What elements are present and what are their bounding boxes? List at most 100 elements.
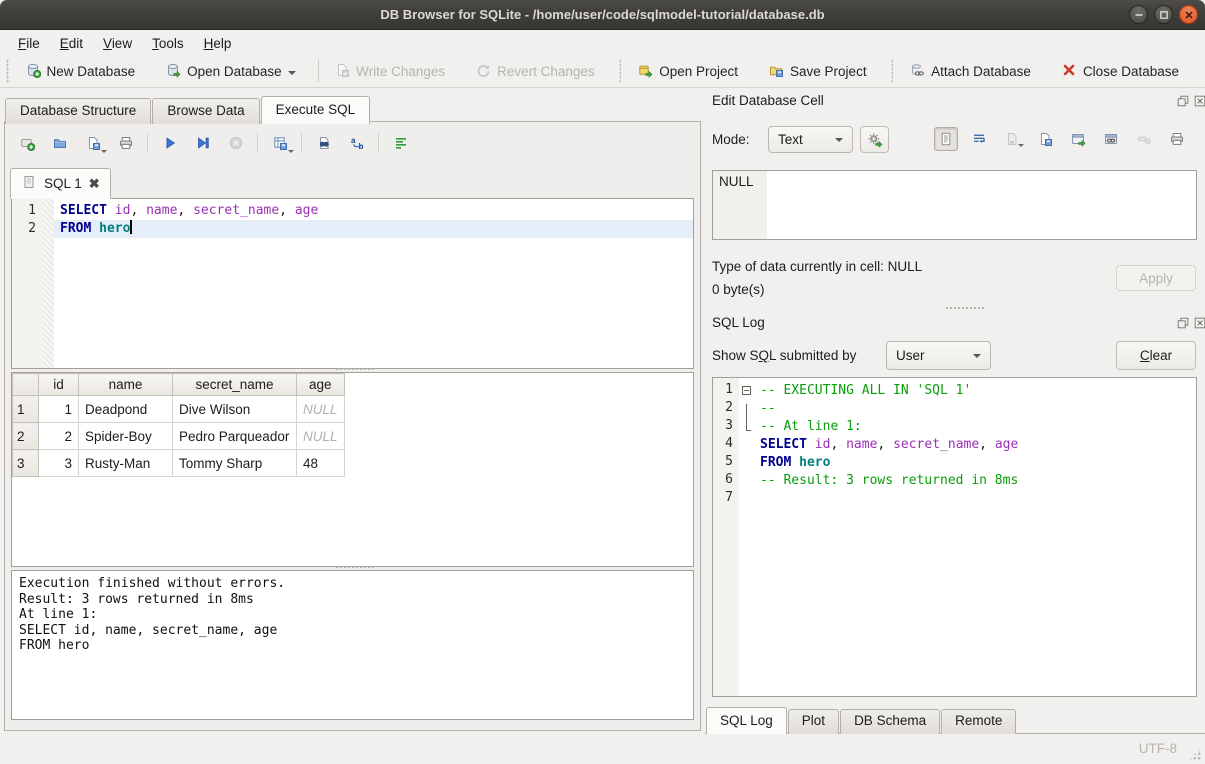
stop-execution-button[interactable]: [222, 130, 249, 156]
open-sql-file-button[interactable]: [46, 130, 73, 156]
find-replace-button[interactable]: ab: [343, 130, 370, 156]
tab-browse-data[interactable]: Browse Data: [152, 98, 259, 124]
column-header-name[interactable]: name: [79, 374, 173, 396]
table-cell[interactable]: NULL: [297, 396, 345, 423]
new-sql-tab-button[interactable]: [13, 130, 40, 156]
import-data-button[interactable]: [1000, 127, 1024, 151]
column-header-secret_name[interactable]: secret_name: [173, 374, 297, 396]
sql-log-view[interactable]: 1234567 -- EXECUTING ALL IN 'SQL 1'---- …: [712, 377, 1197, 697]
save-project-button[interactable]: Save Project: [760, 59, 875, 84]
execution-message[interactable]: Execution finished without errors. Resul…: [11, 570, 694, 720]
row-number[interactable]: 3: [13, 450, 39, 477]
table-cell[interactable]: 2: [39, 423, 79, 450]
mode-combobox[interactable]: Text: [768, 126, 853, 153]
sql-file-icon: [21, 174, 37, 193]
menubar: FileEditViewToolsHelp: [0, 31, 1205, 55]
table-cell[interactable]: Rusty-Man: [79, 450, 173, 477]
close-database-button[interactable]: Close Database: [1053, 59, 1187, 84]
chevron-down-icon: [288, 71, 296, 79]
chevron-down-icon: [835, 138, 843, 146]
new-database-button[interactable]: New Database: [17, 59, 144, 84]
bottom-tab-sql-log[interactable]: SQL Log: [706, 707, 787, 734]
word-wrap-button[interactable]: [967, 127, 991, 151]
close-button[interactable]: [1179, 5, 1198, 24]
maximize-button[interactable]: [1154, 5, 1173, 24]
close-tab-icon[interactable]: ✖: [89, 176, 100, 192]
table-cell[interactable]: 48: [297, 450, 345, 477]
menu-view[interactable]: View: [93, 34, 142, 53]
tab-database-structure[interactable]: Database Structure: [5, 98, 151, 124]
sql-editor[interactable]: 12 SELECT id, name, secret_name, ageFROM…: [11, 198, 694, 369]
corner-header[interactable]: [13, 374, 39, 396]
format-sql-button[interactable]: [387, 130, 414, 156]
text-mode-button[interactable]: [934, 127, 958, 151]
table-cell[interactable]: 3: [39, 450, 79, 477]
splitter-grip[interactable]: [945, 306, 985, 311]
save-sql-file-button[interactable]: [79, 130, 106, 156]
code-line: SELECT id, name, secret_name, age: [754, 436, 1196, 454]
table-cell[interactable]: 1: [39, 396, 79, 423]
menu-edit[interactable]: Edit: [50, 34, 93, 53]
log-filter-combobox[interactable]: User: [886, 341, 991, 370]
menu-file[interactable]: File: [8, 34, 50, 53]
fold-marker-icon: [739, 422, 754, 440]
cell-null-gutter: NULL: [713, 171, 767, 239]
float-panel-icon[interactable]: [1176, 94, 1190, 108]
bottom-tab-db-schema[interactable]: DB Schema: [840, 709, 940, 734]
titlebar[interactable]: DB Browser for SQLite - /home/user/code/…: [0, 0, 1205, 30]
table-cell[interactable]: Tommy Sharp: [173, 450, 297, 477]
column-header-id[interactable]: id: [39, 374, 79, 396]
close-panel-icon[interactable]: [1193, 316, 1205, 330]
revert-changes-button[interactable]: Revert Changes: [467, 59, 603, 84]
print-sql-button[interactable]: [112, 130, 139, 156]
set-null-button[interactable]: [1132, 127, 1156, 151]
execute-current-line-button[interactable]: [189, 130, 216, 156]
fold-margin-cell: [739, 494, 754, 512]
mode-value: Text: [778, 132, 803, 147]
sql-doc-tab[interactable]: SQL 1 ✖: [10, 168, 111, 199]
open-database-button[interactable]: Open Database: [157, 59, 304, 84]
code-line: -- At line 1:: [754, 418, 1196, 436]
table-cell[interactable]: Spider-Boy: [79, 423, 173, 450]
table-cell[interactable]: NULL: [297, 423, 345, 450]
print-cell-button[interactable]: [1165, 127, 1189, 151]
chevron-down-icon: [973, 354, 981, 362]
table-cell[interactable]: Dive Wilson: [173, 396, 297, 423]
close-panel-icon[interactable]: [1193, 94, 1205, 108]
row-number[interactable]: 2: [13, 423, 39, 450]
column-header-age[interactable]: age: [297, 374, 345, 396]
write-changes-icon: [334, 62, 350, 81]
cell-edit-icon-row: [934, 127, 1189, 151]
open-project-button[interactable]: Open Project: [629, 59, 746, 84]
apply-mode-button[interactable]: [860, 126, 889, 153]
log-filter-label: Show SQL submitted by: [712, 348, 856, 363]
apply-button[interactable]: Apply: [1116, 265, 1196, 291]
fold-marker-icon[interactable]: [739, 386, 754, 404]
write-changes-button[interactable]: Write Changes: [326, 59, 453, 84]
cell-value-area[interactable]: [767, 171, 1196, 239]
bottom-tab-plot[interactable]: Plot: [788, 709, 839, 734]
save-data-button[interactable]: [1033, 127, 1057, 151]
clear-log-button[interactable]: Clear: [1116, 341, 1196, 370]
menu-help[interactable]: Help: [194, 34, 242, 53]
bottom-tab-remote[interactable]: Remote: [941, 709, 1016, 734]
row-number[interactable]: 1: [13, 396, 39, 423]
toolbar-separator: [257, 133, 258, 153]
tab-execute-sql[interactable]: Execute SQL: [261, 96, 371, 124]
open-in-external-button[interactable]: [1099, 127, 1123, 151]
table-cell[interactable]: Deadpond: [79, 396, 173, 423]
minimize-button[interactable]: [1129, 5, 1148, 24]
editor-code: SELECT id, name, secret_name, ageFROM he…: [54, 199, 693, 368]
menu-tools[interactable]: Tools: [142, 34, 194, 53]
cell-value-editor[interactable]: NULL: [712, 170, 1197, 240]
sql-doc-tabbar: SQL 1 ✖: [10, 168, 111, 199]
save-results-button[interactable]: [266, 130, 293, 156]
find-button[interactable]: [310, 130, 337, 156]
toolbar-separator: [378, 133, 379, 153]
resize-grip-icon[interactable]: [1188, 747, 1202, 761]
execute-all-button[interactable]: [156, 130, 183, 156]
export-data-button[interactable]: [1066, 127, 1090, 151]
float-panel-icon[interactable]: [1176, 316, 1190, 330]
table-cell[interactable]: Pedro Parqueador: [173, 423, 297, 450]
attach-database-button[interactable]: Attach Database: [901, 59, 1039, 84]
